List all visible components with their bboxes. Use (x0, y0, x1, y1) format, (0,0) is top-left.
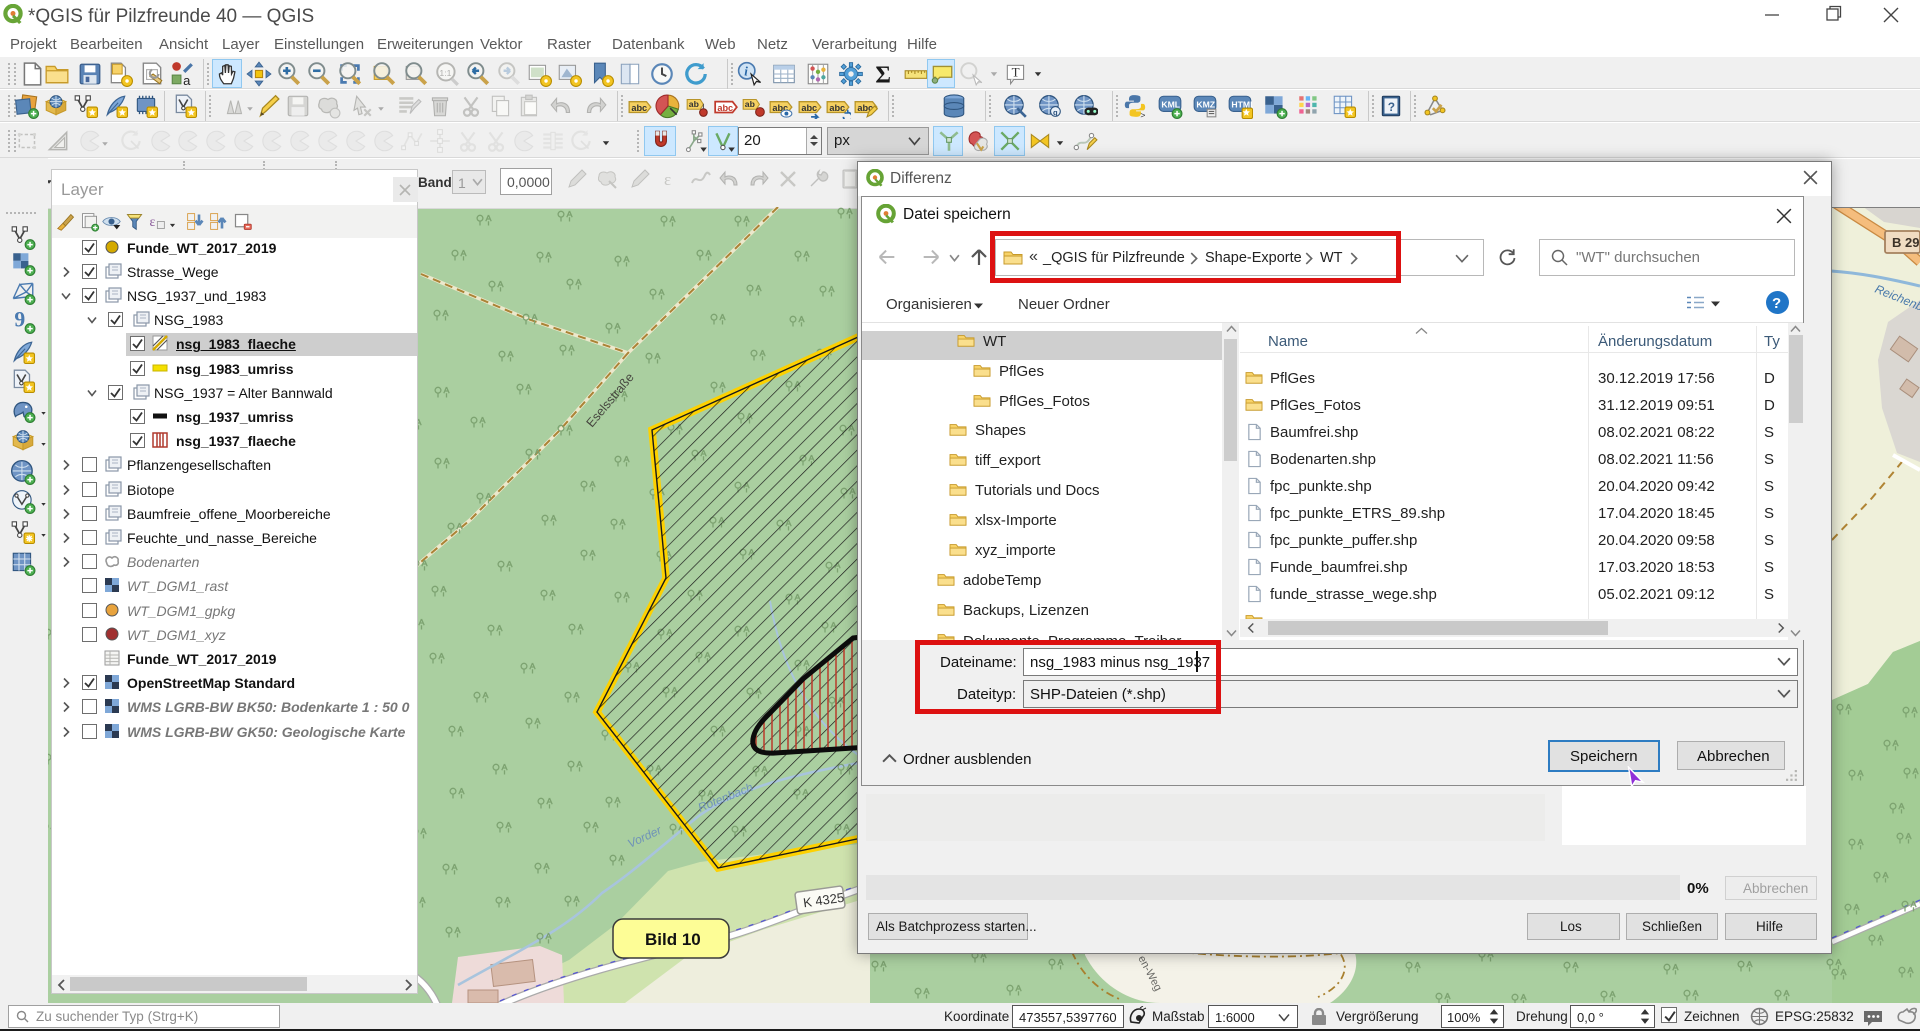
svg-text:abc: abc (631, 103, 647, 113)
svg-text:?: ? (1388, 100, 1395, 114)
svg-text:Σ: Σ (875, 63, 891, 87)
svg-text:>: > (1140, 110, 1145, 119)
svg-text:ε: ε (664, 170, 671, 189)
svg-text:abc: abc (717, 103, 733, 113)
svg-text:1:1: 1:1 (439, 68, 451, 78)
svg-text:T: T (1012, 65, 1020, 80)
svg-text:ε: ε (150, 215, 156, 230)
svg-text:abc: abc (801, 103, 817, 113)
svg-text:KMZ: KMZ (1196, 100, 1215, 110)
svg-text:a: a (183, 73, 191, 87)
svg-text:KML: KML (1161, 100, 1180, 110)
svg-text:Bild 10: Bild 10 (645, 930, 701, 949)
svg-text:i: i (744, 64, 748, 79)
svg-text:ab: ab (689, 99, 699, 109)
svg-text:ab: ab (745, 99, 755, 109)
svg-text:q: q (1053, 108, 1058, 117)
svg-text:9: 9 (14, 308, 25, 331)
svg-text:B 29: B 29 (1892, 235, 1919, 250)
svg-text:abc: abc (829, 103, 845, 113)
